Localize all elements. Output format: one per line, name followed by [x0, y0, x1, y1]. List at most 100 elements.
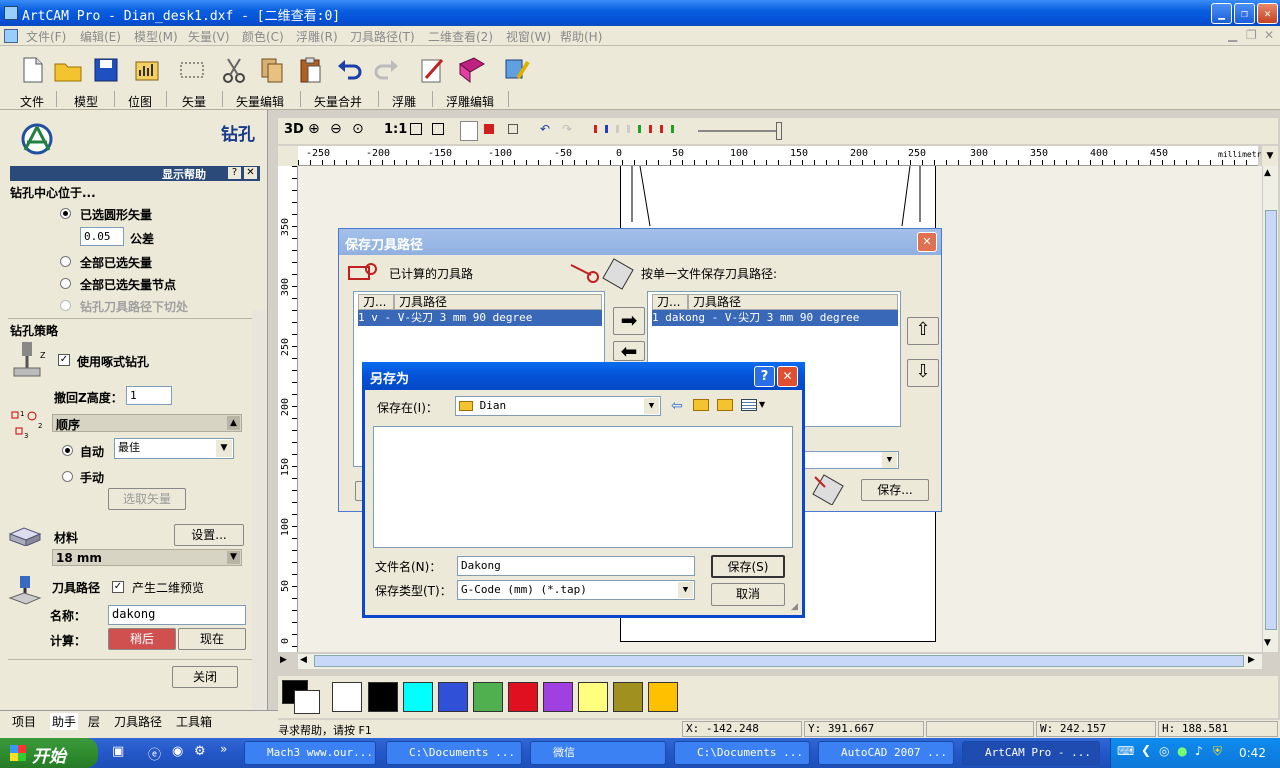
- palette-swatch-cyan[interactable]: [403, 682, 433, 712]
- menu-window[interactable]: 视窗(W): [506, 28, 551, 45]
- tab-relief[interactable]: 浮雕: [392, 93, 416, 110]
- open-folder-icon[interactable]: [52, 54, 84, 86]
- document-icon[interactable]: [4, 29, 18, 43]
- align-center-icon[interactable]: [616, 125, 630, 133]
- palette-swatch-black[interactable]: [368, 682, 398, 712]
- menu-relief[interactable]: 浮雕(R): [296, 28, 338, 45]
- file-browser-list[interactable]: [373, 426, 793, 548]
- tab-toolbox[interactable]: 工具箱: [176, 713, 212, 730]
- frame-nav-icon[interactable]: ▶: [280, 655, 287, 665]
- palette-swatch-orange[interactable]: [648, 682, 678, 712]
- start-button[interactable]: 开始: [0, 738, 98, 768]
- tab-file[interactable]: 文件: [20, 93, 44, 110]
- order-header[interactable]: 顺序 ▲: [52, 414, 242, 432]
- move-left-arrow-icon[interactable]: ⬅: [613, 341, 645, 361]
- zoom-out-icon[interactable]: ⊖: [330, 121, 342, 137]
- zoom-slider-track[interactable]: [698, 130, 782, 132]
- quick-launch-icon[interactable]: ⚙: [194, 744, 206, 759]
- format-select[interactable]: ▼: [789, 451, 899, 469]
- notes-pen-icon[interactable]: [416, 54, 448, 86]
- volume-icon[interactable]: ♪: [1195, 744, 1203, 758]
- maximize-button[interactable]: ❐: [1234, 3, 1255, 24]
- material-thickness-bar[interactable]: 18 mm ▼: [52, 549, 242, 566]
- vscroll-thumb[interactable]: [1265, 210, 1277, 630]
- tab-relief-edit[interactable]: 浮雕编辑: [446, 93, 494, 110]
- mdi-close-icon[interactable]: ✕: [1264, 28, 1274, 42]
- move-down-icon[interactable]: ⇩: [907, 359, 939, 387]
- task-mach3[interactable]: Mach3 www.our...: [244, 741, 376, 765]
- save-in-select[interactable]: Dian ▼: [455, 396, 661, 416]
- tab-vector-edit[interactable]: 矢量编辑: [236, 93, 284, 110]
- radio-auto-order[interactable]: [62, 445, 73, 456]
- hscroll-thumb[interactable]: [314, 655, 1244, 667]
- palette-swatch-white[interactable]: [332, 682, 362, 712]
- view-menu-icon[interactable]: [741, 399, 757, 411]
- filetype-select[interactable]: G-Code (mm) (*.tap) ▼: [457, 580, 695, 600]
- close-window-button[interactable]: ✕: [1257, 3, 1278, 24]
- import-bitmap-icon[interactable]: [132, 54, 164, 86]
- save-toolpath-close-icon[interactable]: ✕: [917, 232, 937, 252]
- ruler-unit-dropdown-icon[interactable]: ▼: [1262, 146, 1278, 166]
- distribute-icon[interactable]: [638, 125, 652, 133]
- vector-layer-icon[interactable]: [484, 124, 494, 134]
- tolerance-input[interactable]: 0.05: [80, 227, 124, 246]
- page-view-icon[interactable]: [410, 123, 422, 135]
- collapse-up-icon[interactable]: ▲: [227, 416, 240, 430]
- align-icon[interactable]: [594, 125, 608, 133]
- panel-scrollbar[interactable]: [252, 310, 266, 710]
- task-autocad[interactable]: AutoCAD 2007 ...: [818, 741, 954, 765]
- up-folder-icon[interactable]: [693, 399, 709, 411]
- auto-order-select[interactable]: 最佳 ▼: [114, 438, 234, 459]
- tab-vector-merge[interactable]: 矢量合并: [314, 93, 362, 110]
- menu-toolpath[interactable]: 刀具路径(T): [350, 28, 415, 45]
- expand-down-icon[interactable]: ▼: [227, 551, 240, 564]
- palette-swatch-blue[interactable]: [438, 682, 468, 712]
- filename-input[interactable]: Dakong: [457, 556, 695, 576]
- view-3d-button[interactable]: 3D: [284, 122, 304, 137]
- zoom-slider-handle[interactable]: [776, 122, 782, 140]
- palette-swatch-red[interactable]: [508, 682, 538, 712]
- mdi-minimize-icon[interactable]: ▁: [1228, 28, 1237, 42]
- select-rectangle-icon[interactable]: [176, 54, 208, 86]
- save-toolpath-button[interactable]: 保存...: [861, 479, 929, 501]
- col-no[interactable]: 刀...: [358, 294, 394, 310]
- radio-manual-order[interactable]: [62, 471, 73, 482]
- copy-icon[interactable]: [256, 54, 288, 86]
- bitmap-layer-icon[interactable]: [508, 124, 518, 134]
- paste-icon[interactable]: [294, 54, 326, 86]
- task-artcam[interactable]: ArtCAM Pro - ...: [962, 741, 1100, 765]
- fit-view-icon[interactable]: [432, 123, 444, 135]
- move-up-icon[interactable]: ⇧: [907, 317, 939, 345]
- col-toolpath[interactable]: 刀具路径: [394, 294, 602, 310]
- quick-launch-more-icon[interactable]: »: [220, 742, 227, 756]
- artcam-app-icon[interactable]: [4, 6, 18, 20]
- menu-edit[interactable]: 编辑(E): [80, 28, 121, 45]
- tab-assistant[interactable]: 助手: [50, 713, 79, 730]
- tab-layers[interactable]: 层: [88, 713, 100, 730]
- material-setup-button[interactable]: 设置...: [174, 524, 244, 546]
- help-button[interactable]: ?: [754, 366, 775, 387]
- calc-later-button[interactable]: 稍后: [108, 628, 176, 650]
- resize-grip-icon[interactable]: ◢: [791, 602, 798, 612]
- secondary-color-swatch[interactable]: [294, 690, 320, 714]
- tray-expand-icon[interactable]: ❮: [1141, 743, 1151, 757]
- show-desktop-icon[interactable]: ▣: [112, 744, 124, 759]
- panel-close-icon[interactable]: ✕: [244, 167, 257, 179]
- wizard-tools-icon[interactable]: [500, 54, 532, 86]
- help-bar-label[interactable]: 显示帮助: [162, 166, 206, 182]
- chevron-down-icon[interactable]: ▼: [882, 452, 897, 468]
- preview-checkbox[interactable]: ✓: [112, 581, 124, 593]
- help-question-icon[interactable]: ?: [228, 167, 241, 179]
- palette-swatch-purple[interactable]: [543, 682, 573, 712]
- list-item[interactable]: 1 dakong - V-尖刀 3 mm 90 degree: [652, 310, 898, 326]
- view-menu-chevron-icon[interactable]: ▼: [759, 400, 765, 409]
- wechat-tray-icon[interactable]: ●: [1177, 744, 1187, 758]
- tab-project[interactable]: 项目: [12, 713, 36, 730]
- undo-icon[interactable]: [334, 54, 366, 86]
- new-file-icon[interactable]: [16, 54, 48, 86]
- list-item[interactable]: 1 v - V-尖刀 3 mm 90 degree: [358, 310, 602, 326]
- toolpath-name-input[interactable]: dakong: [108, 605, 246, 625]
- menu-2d-view[interactable]: 二维查看(2): [428, 28, 493, 45]
- move-right-arrow-icon[interactable]: ➡: [613, 307, 645, 335]
- select-vectors-button[interactable]: 选取矢量: [108, 488, 186, 510]
